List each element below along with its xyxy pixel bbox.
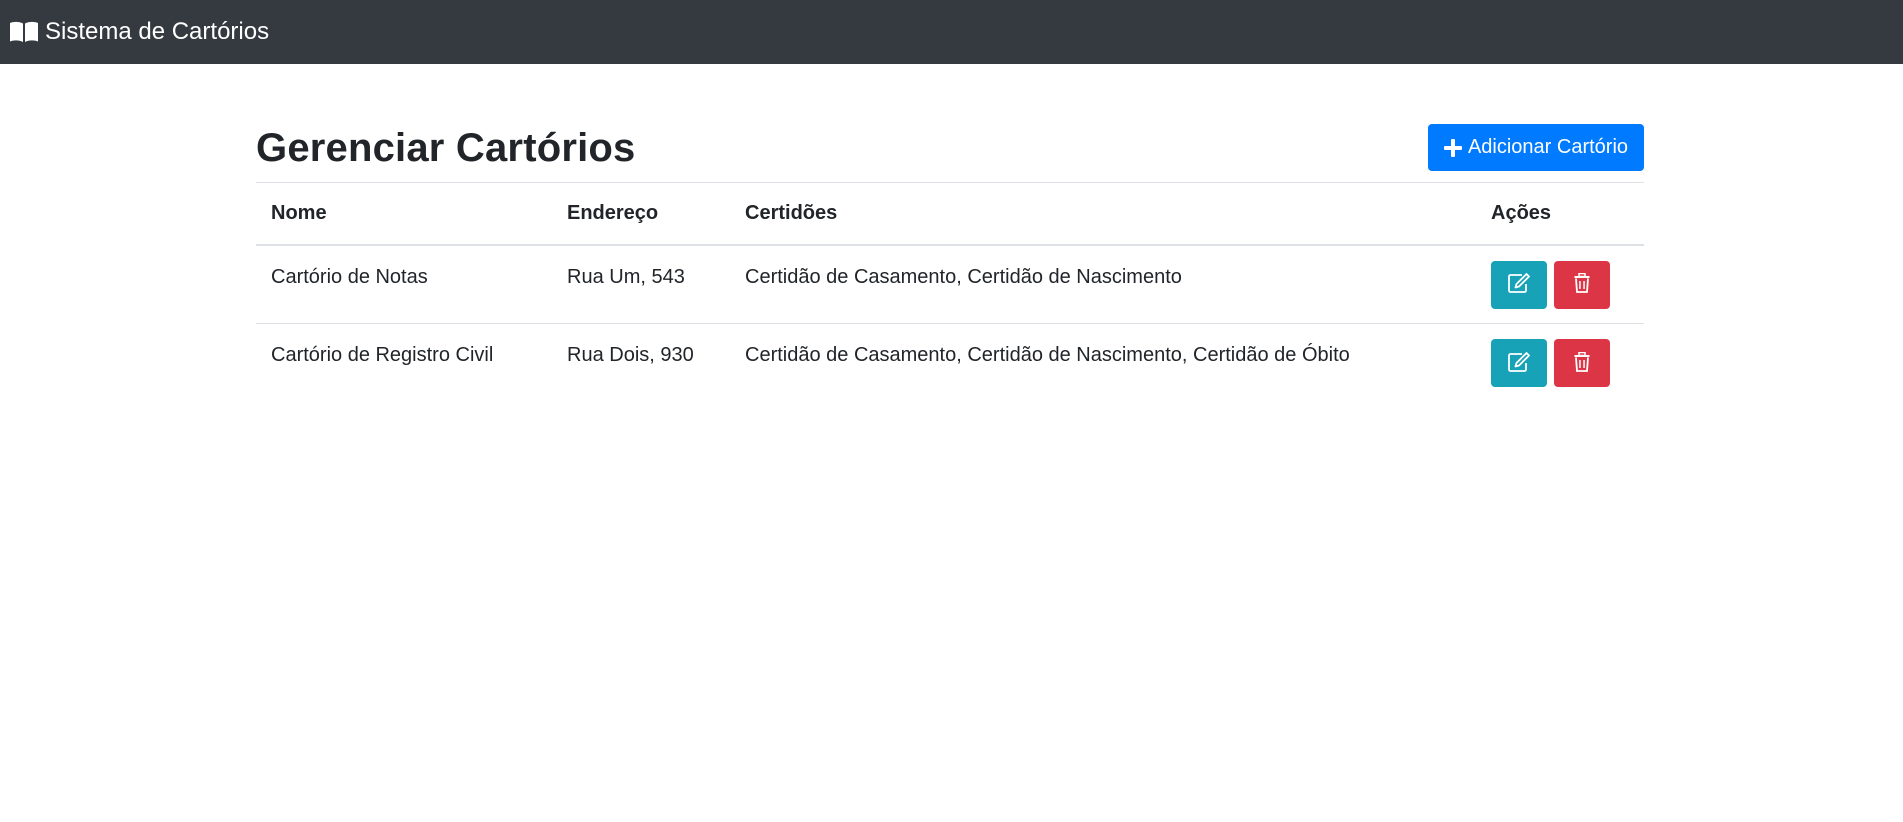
column-header-certidoes: Certidões [745,201,838,224]
edit-icon [1508,273,1530,296]
page-header: Gerenciar Cartórios Adicionar Cartório [256,124,1644,182]
cell-certidoes: Certidão de Casamento, Certidão de Nasci… [745,344,1350,366]
column-header-acoes: Ações [1491,201,1552,224]
cell-certidoes: Certidão de Casamento, Certidão de Nasci… [745,265,1182,288]
navbar-brand-title: Sistema de Cartórios [45,18,270,45]
cartorios-table: Nome Endereço Certidões Ações Cartório d… [256,182,1644,403]
trash-icon [1574,351,1590,375]
book-open-icon [9,21,39,43]
add-cartorio-label: Adicionar Cartório [1467,136,1629,158]
edit-button[interactable] [1491,339,1547,387]
table-row: Cartório de Registro Civil Rua Dois, 930… [256,324,1644,403]
navbar-brand[interactable]: Sistema de Cartórios [9,18,269,46]
cell-acoes [1476,324,1644,403]
cell-acoes [1476,245,1644,324]
delete-button[interactable] [1553,339,1610,387]
edit-icon [1508,351,1530,375]
cell-endereco: Rua Um, 543 [567,265,685,288]
column-header-endereco: Endereço [567,201,659,224]
add-cartorio-button[interactable]: Adicionar Cartório [1428,124,1644,171]
cell-nome: Cartório de Registro Civil [271,344,494,366]
edit-button[interactable] [1491,260,1547,309]
cell-endereco: Rua Dois, 930 [567,344,694,366]
page-title: Gerenciar Cartórios [256,126,636,170]
trash-icon [1574,272,1590,296]
column-header-nome: Nome [271,201,327,224]
plus-icon [1443,138,1462,157]
table-header-row: Nome Endereço Certidões Ações [256,182,1644,245]
cell-nome: Cartório de Notas [271,265,428,288]
table-row: Cartório de Notas Rua Um, 543 Certidão d… [256,245,1644,324]
navbar: Sistema de Cartórios [0,0,1903,64]
delete-button[interactable] [1553,260,1610,309]
